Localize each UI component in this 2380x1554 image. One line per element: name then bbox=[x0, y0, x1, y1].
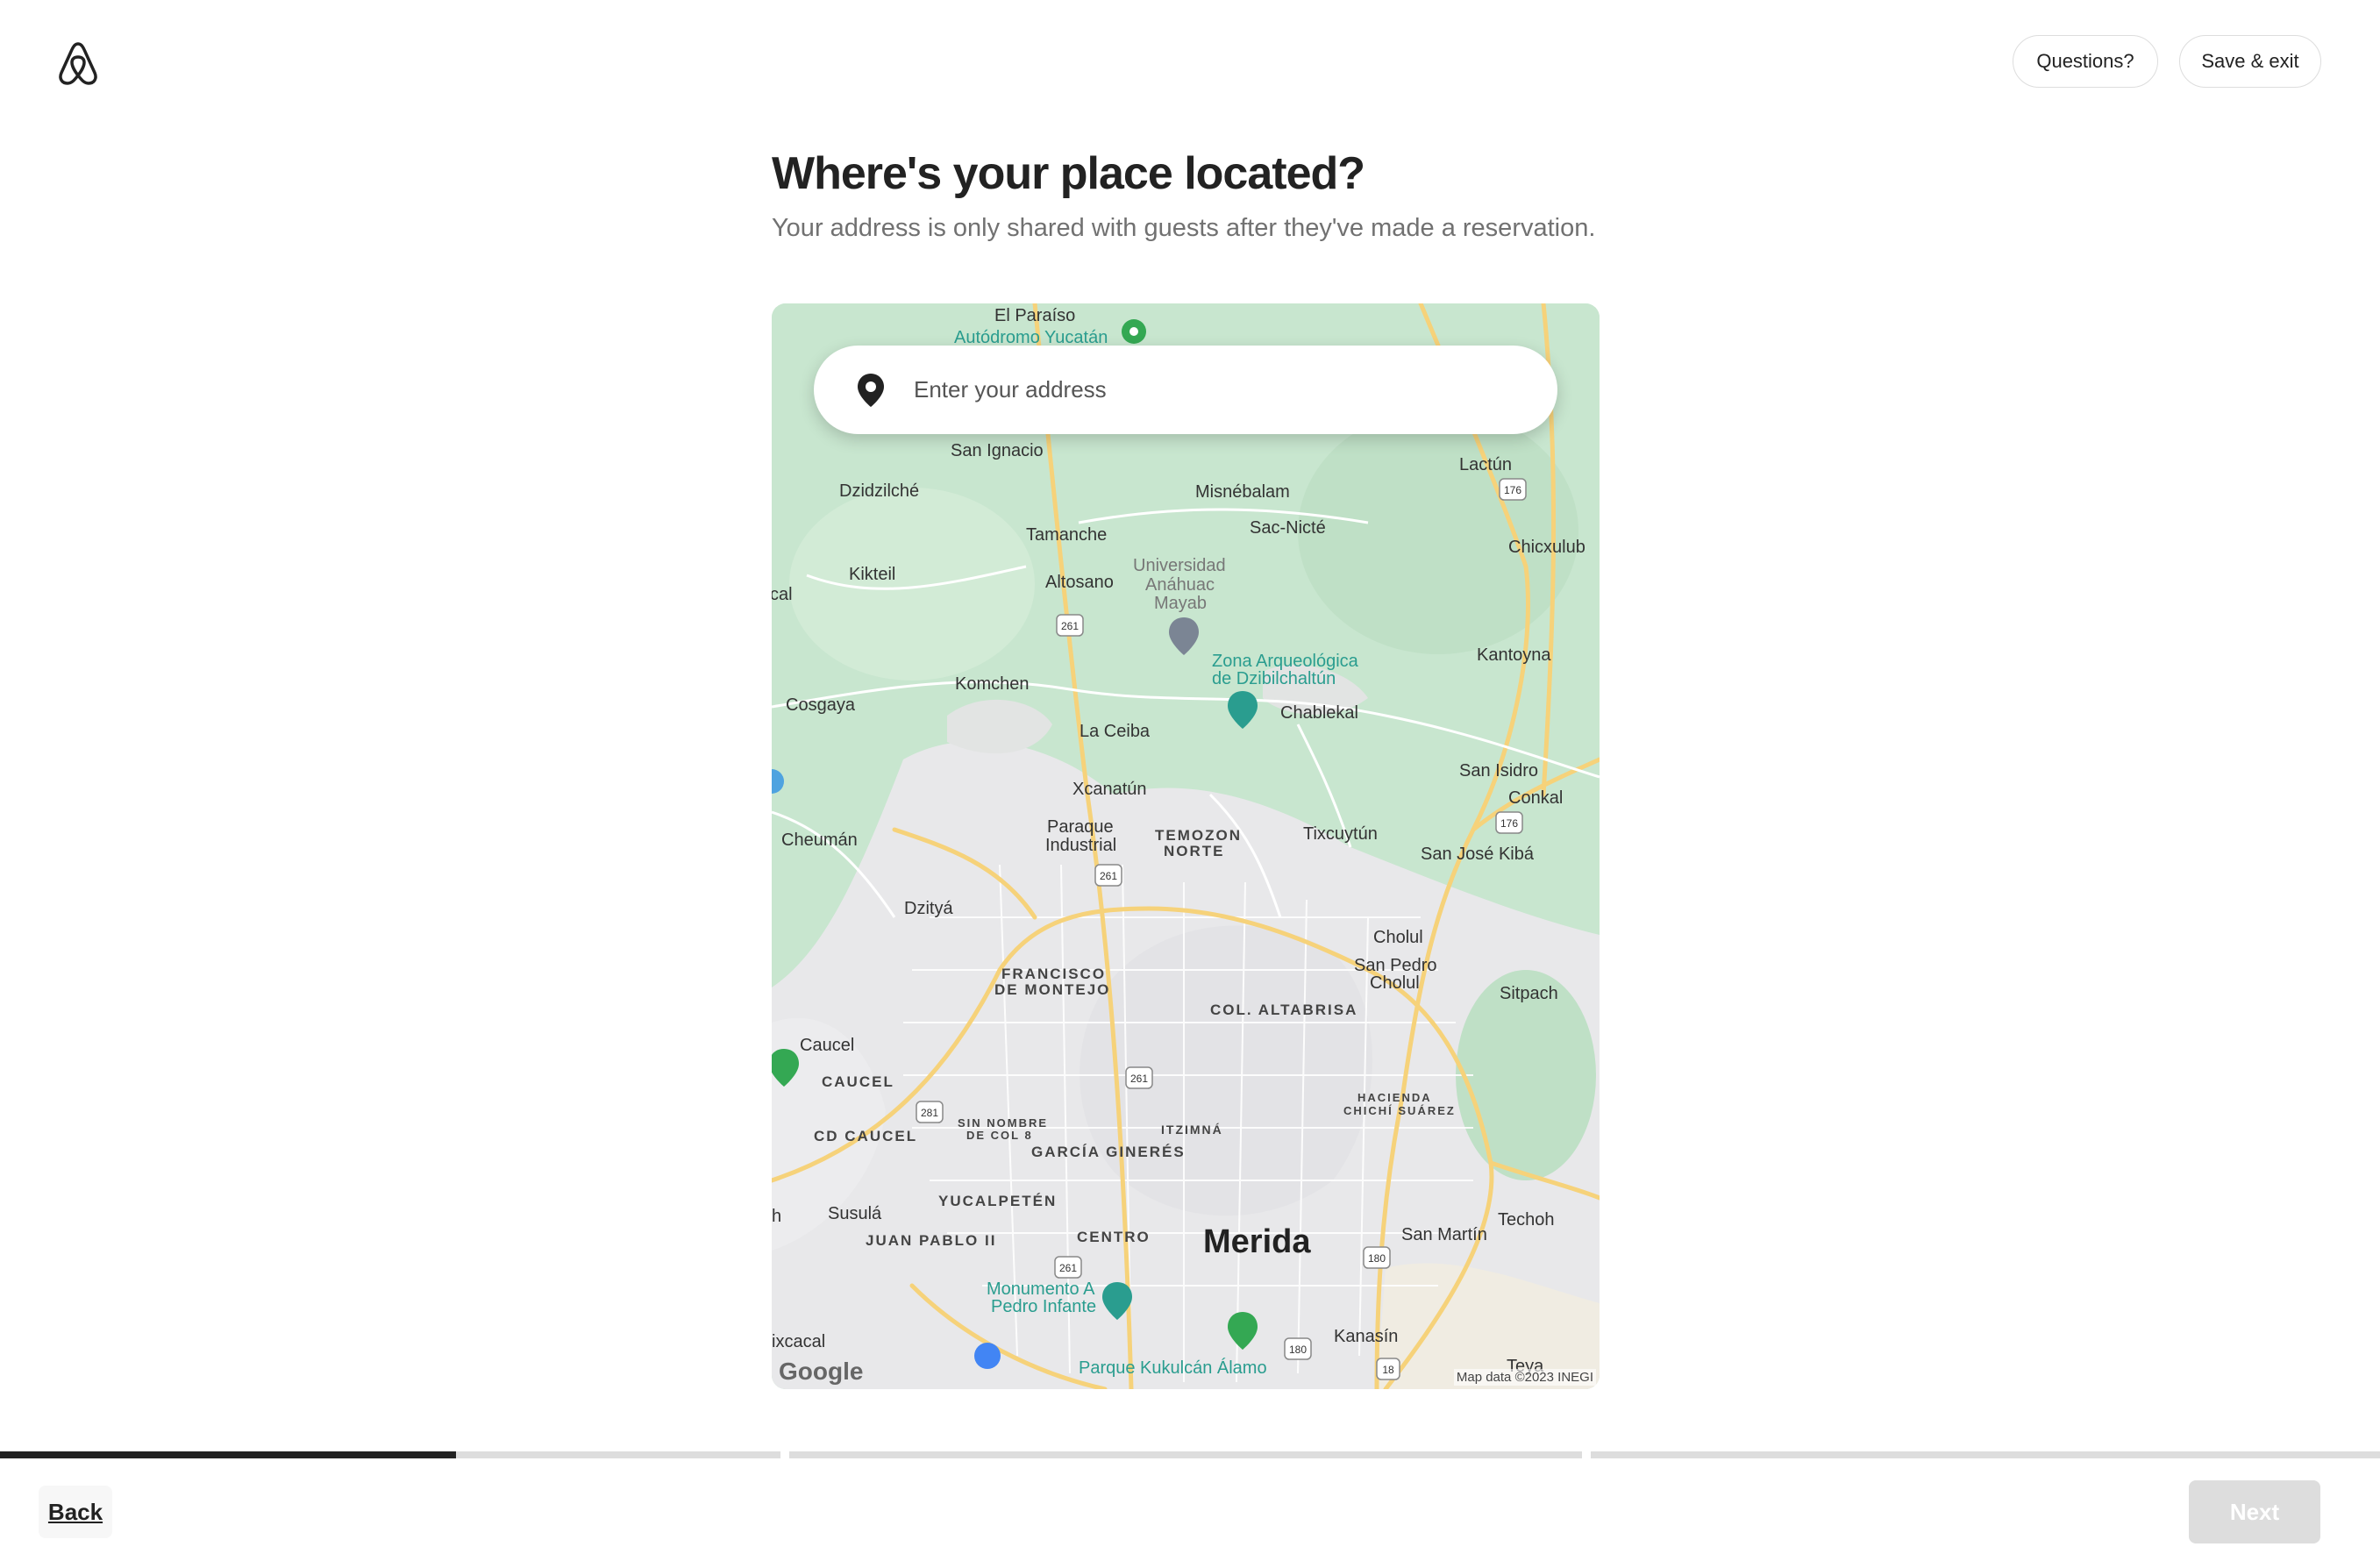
map-label: Cheumán bbox=[781, 830, 858, 850]
map-label: Industrial bbox=[1045, 836, 1116, 855]
google-logo: Google bbox=[779, 1358, 864, 1385]
map-label: Kikteil bbox=[849, 565, 895, 584]
map-label: Parque Kukulcán Álamo bbox=[1079, 1358, 1267, 1378]
map-label: Komchen bbox=[955, 674, 1030, 694]
map-canvas[interactable]: 176 261 176 261 261 281 261 180 180 18 E… bbox=[772, 303, 1600, 1389]
map-label: Zona Arqueológica bbox=[1212, 652, 1359, 671]
save-exit-button[interactable]: Save & exit bbox=[2179, 35, 2321, 88]
map-label: San Martín bbox=[1401, 1225, 1487, 1244]
map-label: Universidad bbox=[1133, 556, 1226, 575]
map-label: Susulá bbox=[828, 1204, 882, 1223]
route-261-shield: 261 bbox=[1100, 870, 1117, 882]
map-label: Cholul bbox=[1370, 973, 1420, 993]
next-button[interactable]: Next bbox=[2189, 1480, 2320, 1543]
map-label: HACIENDA bbox=[1357, 1091, 1432, 1104]
route-18-shield: 18 bbox=[1382, 1364, 1394, 1376]
map-label: Dzidzilché bbox=[839, 481, 919, 501]
map-label: San Pedro bbox=[1354, 956, 1437, 975]
map-label: Sitpach bbox=[1500, 984, 1558, 1003]
address-search-bar[interactable] bbox=[814, 346, 1557, 434]
map-label: de Dzibilchaltún bbox=[1212, 669, 1336, 688]
route-180-shield: 180 bbox=[1368, 1252, 1386, 1265]
map-label: YUCALPETÉN bbox=[938, 1193, 1057, 1209]
map-label: h bbox=[772, 1207, 781, 1226]
map-label: Tamanche bbox=[1026, 525, 1107, 545]
map-label: cal bbox=[772, 585, 793, 604]
map-label: NORTE bbox=[1164, 843, 1225, 859]
route-261-shield: 261 bbox=[1059, 1262, 1077, 1274]
map-label: Kantoyna bbox=[1477, 645, 1551, 665]
route-261-shield: 261 bbox=[1130, 1073, 1148, 1085]
map-attribution[interactable]: Map data ©2023 INEGI bbox=[1453, 1369, 1596, 1386]
map-label: CAUCEL bbox=[822, 1073, 894, 1090]
map-label: GARCÍA GINERÉS bbox=[1031, 1144, 1186, 1160]
map-label: CENTRO bbox=[1077, 1229, 1151, 1245]
map-label: Chicxulub bbox=[1508, 538, 1585, 557]
map-label: TEMOZON bbox=[1155, 827, 1242, 844]
map-label: Cosgaya bbox=[786, 695, 856, 715]
map-label: Autódromo Yucatán bbox=[954, 328, 1108, 347]
progress-step-2 bbox=[789, 1451, 1582, 1458]
map-label: Paraque bbox=[1047, 817, 1114, 837]
map-label: Kanasín bbox=[1334, 1327, 1398, 1346]
map-label: DE MONTEJO bbox=[994, 981, 1110, 998]
airbnb-logo-icon[interactable] bbox=[56, 39, 100, 86]
page-title: Where's your place located? bbox=[772, 148, 1365, 199]
map-label: Conkal bbox=[1508, 788, 1563, 808]
map-label: La Ceiba bbox=[1080, 722, 1151, 741]
map-label: Sac-Nicté bbox=[1250, 518, 1326, 538]
map-label: Mayab bbox=[1154, 594, 1207, 613]
map-label: Misnébalam bbox=[1195, 482, 1290, 502]
map-label: CD CAUCEL bbox=[814, 1128, 917, 1144]
map-label: Xcanatún bbox=[1072, 780, 1147, 799]
map-label: Chablekal bbox=[1280, 703, 1358, 723]
route-180-shield: 180 bbox=[1289, 1344, 1307, 1356]
back-button[interactable]: Back bbox=[39, 1486, 112, 1538]
map-label: DE COL 8 bbox=[966, 1129, 1033, 1142]
progress-step-1 bbox=[0, 1451, 780, 1458]
route-261-shield: 261 bbox=[1061, 620, 1079, 632]
map-label: Anáhuac bbox=[1145, 575, 1215, 595]
map-label: ITZIMNÁ bbox=[1161, 1123, 1223, 1137]
location-pin-icon bbox=[858, 373, 884, 407]
map-label: San José Kibá bbox=[1421, 845, 1535, 864]
map-label: Altosano bbox=[1045, 573, 1114, 592]
map-label: JUAN PABLO II bbox=[866, 1232, 996, 1249]
page-subtitle: Your address is only shared with guests … bbox=[772, 214, 1596, 242]
map-label: El Paraíso bbox=[994, 306, 1075, 325]
map-label: Cholul bbox=[1373, 928, 1423, 947]
map-label: Pedro Infante bbox=[991, 1297, 1096, 1316]
map-label: San Isidro bbox=[1459, 761, 1538, 781]
map-label: ixcacal bbox=[772, 1332, 825, 1351]
progress-step-3 bbox=[1591, 1451, 2380, 1458]
map-label: COL. ALTABRISA bbox=[1210, 1002, 1357, 1018]
map-label: Caucel bbox=[800, 1036, 854, 1055]
map-label: CHICHÍ SUÁREZ bbox=[1343, 1104, 1456, 1117]
map-label: Tixcuytún bbox=[1303, 824, 1378, 844]
map-label-merida: Merida bbox=[1203, 1223, 1311, 1260]
map-label: Lactún bbox=[1459, 455, 1512, 474]
map-label: FRANCISCO bbox=[1001, 966, 1106, 982]
route-176-shield: 176 bbox=[1500, 817, 1518, 830]
map-label: Monumento A bbox=[987, 1280, 1095, 1299]
address-input[interactable] bbox=[912, 375, 1486, 404]
map-label: San Ignacio bbox=[951, 441, 1044, 460]
route-281-shield: 281 bbox=[921, 1107, 938, 1119]
map-label: SIN NOMBRE bbox=[958, 1116, 1048, 1130]
route-176-shield: 176 bbox=[1504, 484, 1521, 496]
map-view[interactable]: 176 261 176 261 261 281 261 180 180 18 E… bbox=[772, 303, 1600, 1389]
progress-step-1-fill bbox=[0, 1451, 456, 1458]
map-label: Dzityá bbox=[904, 899, 953, 918]
map-label: Techoh bbox=[1498, 1210, 1555, 1230]
questions-button[interactable]: Questions? bbox=[2013, 35, 2158, 88]
